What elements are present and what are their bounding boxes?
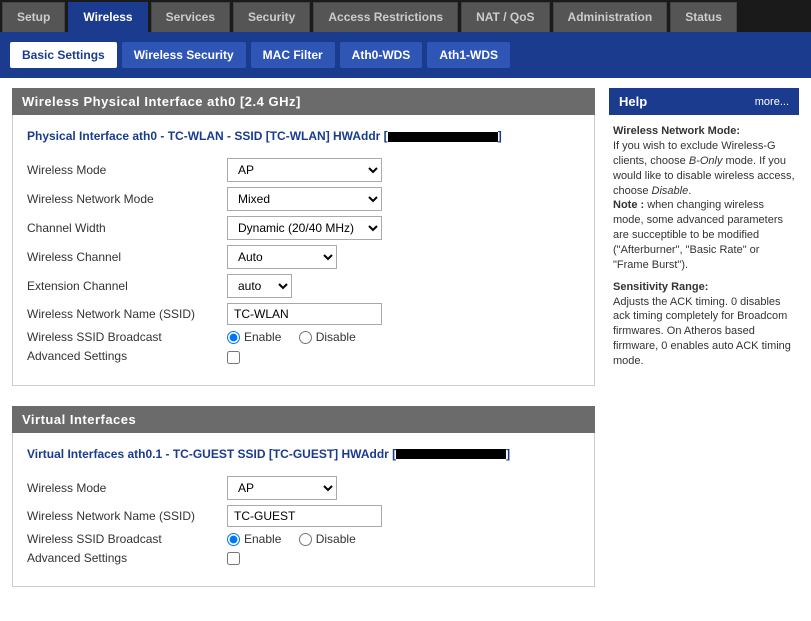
checkbox-advanced-settings[interactable]	[227, 351, 240, 364]
label-wireless-channel: Wireless Channel	[27, 250, 227, 264]
checkbox-vif-advanced[interactable]	[227, 552, 240, 565]
help-sidebar: Help more... Wireless Network Mode: If y…	[609, 88, 799, 387]
select-wireless-channel[interactable]: Auto	[227, 245, 337, 269]
help-title: Help	[619, 94, 647, 109]
help-h2: Sensitivity Range:	[613, 281, 795, 293]
select-wireless-mode[interactable]: AP	[227, 158, 382, 182]
subtab-ath1-wds[interactable]: Ath1-WDS	[427, 42, 510, 68]
main-tabs: Setup Wireless Services Security Access …	[0, 0, 811, 32]
section-header-phys: Wireless Physical Interface ath0 [2.4 GH…	[12, 88, 595, 115]
radio-vif-broadcast-enable[interactable]	[227, 533, 240, 546]
radio-broadcast-disable[interactable]	[299, 331, 312, 344]
input-ssid[interactable]	[227, 303, 382, 325]
radio-vif-broadcast-enable-wrap[interactable]: Enable	[227, 532, 281, 546]
radio-vif-broadcast-disable[interactable]	[299, 533, 312, 546]
select-extension-channel[interactable]: auto	[227, 274, 292, 298]
radio-vif-enable-label: Enable	[244, 532, 281, 546]
label-vif-mode: Wireless Mode	[27, 481, 227, 495]
select-network-mode[interactable]: Mixed	[227, 187, 382, 211]
left-column: Wireless Physical Interface ath0 [2.4 GH…	[12, 88, 595, 607]
help-body: Wireless Network Mode: If you wish to ex…	[609, 115, 799, 387]
tab-services[interactable]: Services	[151, 2, 230, 32]
radio-broadcast-disable-wrap[interactable]: Disable	[299, 330, 356, 344]
label-network-mode: Wireless Network Mode	[27, 192, 227, 206]
tab-status[interactable]: Status	[670, 2, 737, 32]
phys-legend: Physical Interface ath0 - TC-WLAN - SSID…	[27, 125, 580, 153]
label-vif-broadcast: Wireless SSID Broadcast	[27, 532, 227, 546]
label-ssid-broadcast: Wireless SSID Broadcast	[27, 330, 227, 344]
vif-legend: Virtual Interfaces ath0.1 - TC-GUEST SSI…	[27, 443, 580, 471]
subtab-basic-settings[interactable]: Basic Settings	[10, 42, 117, 68]
help-h1: Wireless Network Mode:	[613, 125, 795, 137]
help-p2: Adjusts the ACK timing. 0 disables ack t…	[613, 295, 795, 369]
label-wireless-mode: Wireless Mode	[27, 163, 227, 177]
label-ssid: Wireless Network Name (SSID)	[27, 307, 227, 321]
tab-security[interactable]: Security	[233, 2, 310, 32]
subtab-mac-filter[interactable]: MAC Filter	[251, 42, 335, 68]
sub-tabs: Basic Settings Wireless Security MAC Fil…	[0, 32, 811, 78]
phys-legend-pre: Physical Interface ath0 - TC-WLAN - SSID…	[27, 129, 388, 143]
label-vif-advanced: Advanced Settings	[27, 551, 227, 565]
help-header: Help more...	[609, 88, 799, 115]
select-channel-width[interactable]: Dynamic (20/40 MHz)	[227, 216, 382, 240]
radio-enable-label: Enable	[244, 330, 281, 344]
tab-wireless[interactable]: Wireless	[68, 2, 147, 32]
label-channel-width: Channel Width	[27, 221, 227, 235]
section-header-virtual: Virtual Interfaces	[12, 406, 595, 433]
tab-administration[interactable]: Administration	[553, 2, 668, 32]
label-vif-ssid: Wireless Network Name (SSID)	[27, 509, 227, 523]
radio-broadcast-enable-wrap[interactable]: Enable	[227, 330, 281, 344]
main-content: Wireless Physical Interface ath0 [2.4 GH…	[0, 78, 811, 621]
label-extension-channel: Extension Channel	[27, 279, 227, 293]
help-p1: If you wish to exclude Wireless-G client…	[613, 139, 795, 273]
vif-legend-post: ]	[506, 447, 510, 461]
tab-nat-qos[interactable]: NAT / QoS	[461, 2, 549, 32]
subtab-ath0-wds[interactable]: Ath0-WDS	[340, 42, 423, 68]
hwaddr-redacted-vif	[396, 449, 506, 459]
subtab-wireless-security[interactable]: Wireless Security	[122, 42, 246, 68]
vif-legend-pre: Virtual Interfaces ath0.1 - TC-GUEST SSI…	[27, 447, 396, 461]
select-vif-mode[interactable]: AP	[227, 476, 337, 500]
tab-access-restrictions[interactable]: Access Restrictions	[313, 2, 458, 32]
help-more-link[interactable]: more...	[755, 96, 789, 108]
radio-disable-label: Disable	[316, 330, 356, 344]
hwaddr-redacted	[388, 132, 498, 142]
panel-physical-interface: Physical Interface ath0 - TC-WLAN - SSID…	[12, 115, 595, 386]
tab-setup[interactable]: Setup	[2, 2, 65, 32]
radio-broadcast-enable[interactable]	[227, 331, 240, 344]
input-vif-ssid[interactable]	[227, 505, 382, 527]
radio-vif-disable-label: Disable	[316, 532, 356, 546]
panel-virtual-interface: Virtual Interfaces ath0.1 - TC-GUEST SSI…	[12, 433, 595, 588]
label-advanced-settings: Advanced Settings	[27, 349, 227, 363]
phys-legend-post: ]	[498, 129, 502, 143]
radio-vif-broadcast-disable-wrap[interactable]: Disable	[299, 532, 356, 546]
